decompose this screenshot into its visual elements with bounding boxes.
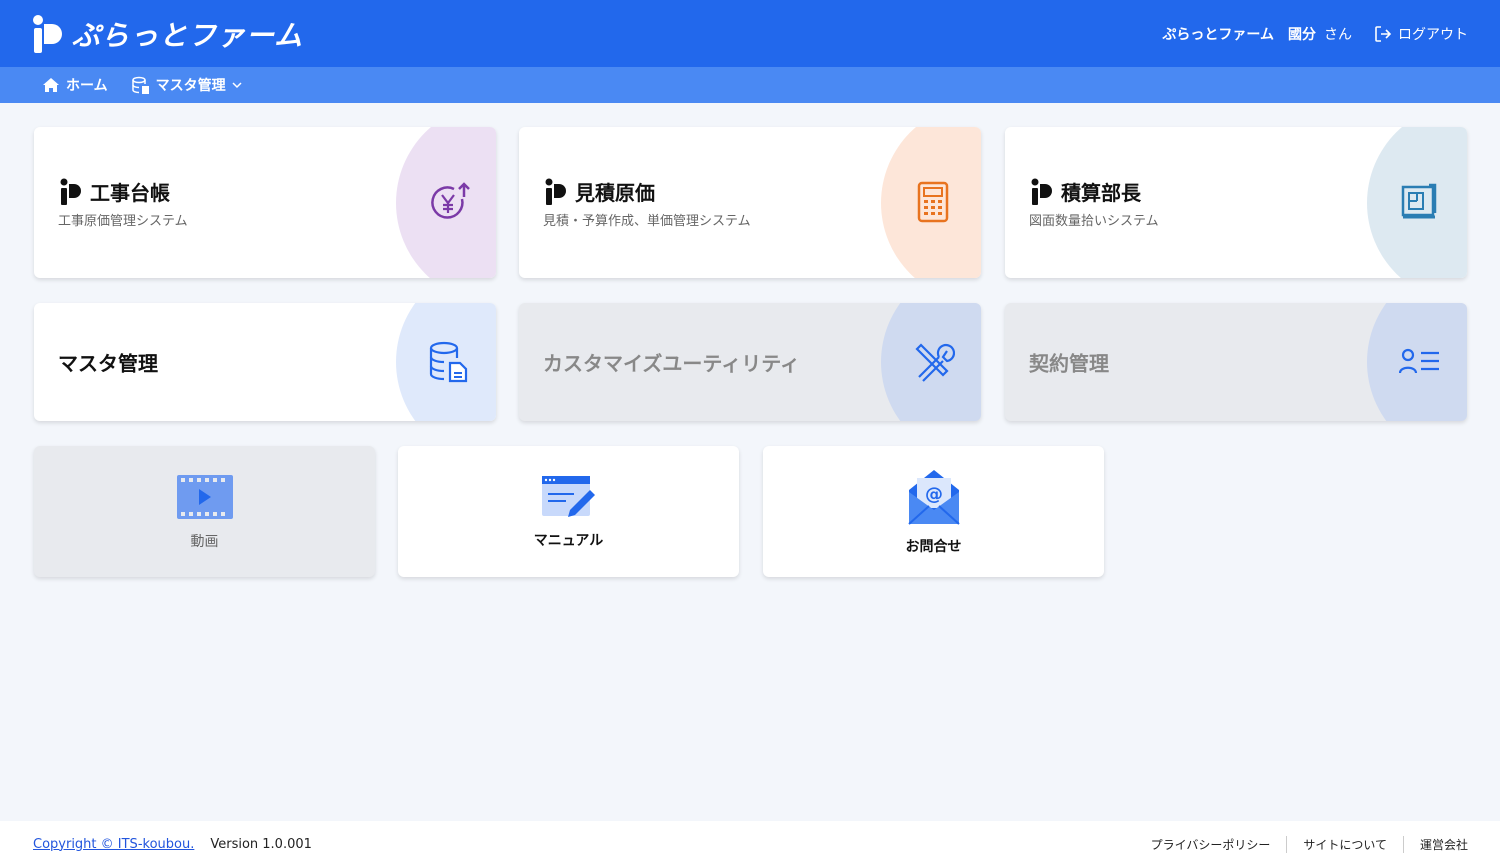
- blueprint-icon: [1401, 183, 1437, 218]
- svg-text:@: @: [925, 484, 943, 505]
- icon-circle: [396, 303, 496, 421]
- link-card-manual[interactable]: マニュアル: [398, 446, 739, 577]
- logout-label: ログアウト: [1398, 26, 1468, 43]
- company-name: ぷらっとファーム: [1162, 26, 1274, 43]
- system-card-mitsumori-genka[interactable]: 見積原価 見積・予算作成、単価管理システム: [519, 127, 981, 278]
- tools-icon: [915, 343, 955, 382]
- brand-name: ぷらっとファーム: [72, 18, 304, 52]
- system-logo-icon: [60, 178, 81, 205]
- honorific: さん: [1324, 26, 1352, 43]
- footer-left: Copyright © ITS-koubou. Version 1.0.001: [33, 837, 312, 852]
- footer: Copyright © ITS-koubou. Version 1.0.001 …: [0, 821, 1500, 867]
- system-card-koji-daicho[interactable]: 工事台帳 工事原価管理システム: [34, 127, 496, 278]
- system-logo-icon: [545, 178, 566, 205]
- brand-mark-icon: [33, 14, 62, 53]
- system-description: 見積・予算作成、単価管理システム: [543, 214, 751, 229]
- chevron-down-icon: [232, 82, 242, 89]
- video-icon: [176, 474, 233, 519]
- top-header: ぷらっとファーム ぷらっとファーム 國分 さん ログアウト: [0, 0, 1500, 67]
- main-nav: ホーム マスタ管理: [0, 67, 1500, 103]
- system-name: 見積原価: [575, 181, 655, 205]
- copyright-link[interactable]: Copyright © ITS-koubou.: [33, 837, 194, 852]
- tool-label: カスタマイズユーティリティ: [543, 351, 800, 376]
- system-description: 図面数量拾いシステム: [1029, 214, 1159, 229]
- system-logo-icon: [1031, 178, 1052, 205]
- icon-circle: [881, 303, 981, 421]
- user-name: 國分: [1288, 26, 1316, 43]
- icon-circle: [881, 127, 981, 278]
- database-icon: [131, 76, 149, 94]
- user-area: ぷらっとファーム 國分 さん ログアウト: [1162, 24, 1468, 44]
- tool-card-contract[interactable]: 契約管理: [1005, 303, 1467, 421]
- database-file-icon: [429, 341, 468, 383]
- home-icon: [43, 78, 59, 92]
- nav-home-label: ホーム: [66, 78, 108, 94]
- yen-up-icon: [431, 181, 470, 219]
- link-label: 動画: [190, 533, 219, 550]
- footer-link-company[interactable]: 運営会社: [1402, 835, 1468, 853]
- link-label: マニュアル: [533, 532, 604, 549]
- system-card-sekisan-bucho[interactable]: 積算部長 図面数量拾いシステム: [1005, 127, 1467, 278]
- tool-label: 契約管理: [1029, 351, 1109, 376]
- system-title: 工事台帳: [60, 177, 170, 206]
- link-label: お問合せ: [905, 538, 962, 555]
- link-card-contact[interactable]: @ お問合せ: [763, 446, 1104, 577]
- system-name: 積算部長: [1061, 181, 1141, 205]
- system-title: 見積原価: [545, 177, 655, 206]
- calculator-icon: [917, 181, 949, 222]
- icon-circle: [1367, 127, 1467, 278]
- footer-link-about[interactable]: サイトについて: [1286, 835, 1403, 853]
- logout-icon: [1375, 25, 1392, 42]
- system-title: 積算部長: [1031, 177, 1141, 206]
- system-name: 工事台帳: [90, 181, 170, 205]
- mail-at-icon: @: [907, 469, 960, 525]
- footer-link-privacy[interactable]: プライバシーポリシー: [1135, 836, 1287, 853]
- link-card-video[interactable]: 動画: [34, 446, 375, 577]
- tool-label: マスタ管理: [58, 351, 158, 376]
- nav-home[interactable]: ホーム: [42, 75, 108, 95]
- logout-button[interactable]: ログアウト: [1374, 24, 1468, 44]
- user-list-icon: [1399, 348, 1439, 374]
- nav-master-label: マスタ管理: [155, 78, 226, 94]
- system-description: 工事原価管理システム: [58, 214, 188, 229]
- version-text: Version 1.0.001: [210, 836, 312, 852]
- manual-icon: [541, 475, 595, 517]
- icon-circle: [1367, 303, 1467, 421]
- icon-circle: [396, 127, 496, 278]
- footer-links: プライバシーポリシー サイトについて 運営会社: [1135, 835, 1468, 853]
- tool-card-customize-utility[interactable]: カスタマイズユーティリティ: [519, 303, 981, 421]
- brand-logo[interactable]: ぷらっとファーム: [32, 14, 303, 54]
- nav-master-dropdown[interactable]: マスタ管理: [131, 75, 242, 95]
- tool-card-master[interactable]: マスタ管理: [34, 303, 496, 421]
